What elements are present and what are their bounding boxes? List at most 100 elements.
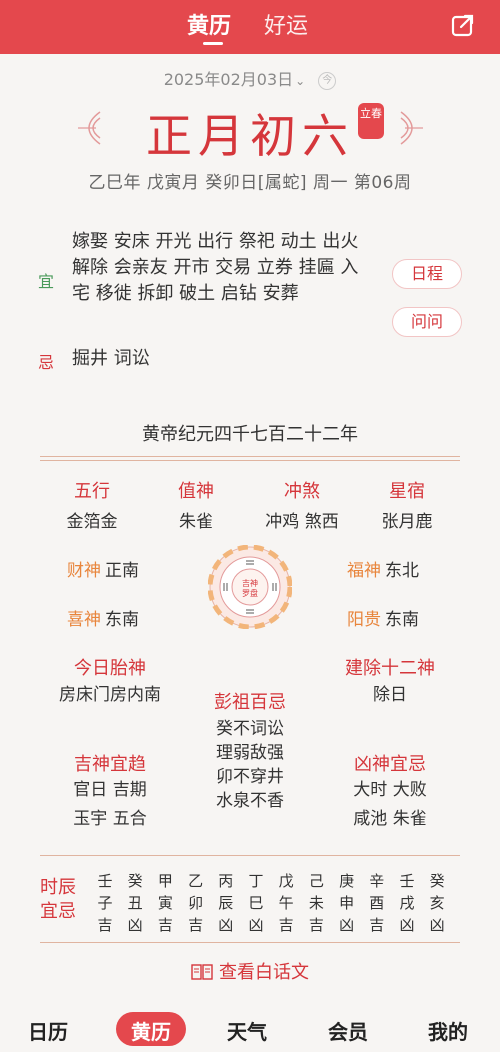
tab-huangli[interactable]: 黄历 — [187, 8, 231, 40]
hour-verdict: 凶 — [429, 916, 445, 934]
xishen-value: 东南 — [105, 610, 139, 630]
nav-member[interactable]: 会员 — [328, 1016, 368, 1045]
ji-label: 忌 — [38, 353, 55, 372]
hour-verdict: 凶 — [248, 916, 264, 934]
yi-ji-panel: 宜 嫁娶 安床 开光 出行 祭祀 动土 出火 解除 会亲友 开市 交易 立券 挂… — [28, 212, 473, 382]
nav-weather[interactable]: 天气 — [227, 1016, 267, 1045]
hour-verdict: 吉 — [157, 916, 173, 934]
hour-verdict: 吉 — [369, 916, 385, 934]
fushen-row: 福神 东北 — [347, 556, 419, 581]
hour-column: 壬戌凶 — [394, 870, 420, 936]
view-vernacular-link[interactable]: 查看白话文 — [0, 958, 500, 984]
pengzu-title: 彭祖百忌 — [214, 692, 286, 713]
taishen-value: 房床门房内南 — [59, 685, 161, 705]
hour-branch: 亥 — [429, 894, 445, 912]
wuxing-value: 金箔金 — [66, 512, 118, 532]
schedule-button[interactable]: 日程 — [392, 259, 462, 289]
view-vernacular-label[interactable]: 查看白话文 — [219, 962, 309, 983]
hour-branch: 寅 — [157, 894, 173, 912]
nav-huangli[interactable]: 黄历 — [131, 1016, 171, 1045]
nav-mine[interactable]: 我的 — [428, 1016, 468, 1045]
pengzu-line: 癸不词讼 — [216, 719, 284, 739]
fushen-value: 东北 — [385, 561, 419, 581]
hour-column: 甲寅吉 — [152, 870, 178, 936]
fushen-label: 福神 — [347, 561, 381, 581]
ask-button[interactable]: 问问 — [392, 307, 462, 337]
book-icon — [191, 964, 213, 980]
yanggui-row: 阳贵 东南 — [347, 605, 419, 630]
xingxiu-value: 张月鹿 — [381, 512, 433, 532]
chevron-down-icon[interactable]: ⌄ — [295, 74, 305, 88]
zhishen-title: 值神 — [178, 481, 214, 502]
date-text[interactable]: 2025年02月03日 — [164, 70, 293, 89]
compass-center-text-top: 吉神 — [242, 578, 258, 588]
hour-column: 戊午吉 — [273, 870, 299, 936]
hour-stem: 壬 — [97, 872, 113, 890]
pengzu-line: 理弱敌强 — [216, 743, 284, 763]
share-icon[interactable] — [450, 13, 476, 39]
hour-stem: 戊 — [278, 872, 294, 890]
hour-verdict: 凶 — [127, 916, 143, 934]
taishen-title: 今日胎神 — [74, 658, 146, 679]
hour-branch: 辰 — [218, 894, 234, 912]
hour-branch: 未 — [308, 894, 324, 912]
hour-branch: 巳 — [248, 894, 264, 912]
divider — [40, 942, 460, 943]
zhishen-value: 朱雀 — [179, 512, 213, 532]
hour-stem: 丁 — [248, 872, 264, 890]
xingxiu-title: 星宿 — [389, 481, 425, 502]
almanac-card — [0, 54, 500, 1010]
hour-branch: 卯 — [188, 894, 204, 912]
hour-stem: 乙 — [188, 872, 204, 890]
jianchu-title: 建除十二神 — [345, 658, 435, 679]
hour-stem: 丙 — [218, 872, 234, 890]
today-badge[interactable]: 今 — [318, 71, 337, 90]
hour-column: 己未吉 — [303, 870, 329, 936]
hour-verdict: 吉 — [188, 916, 204, 934]
hour-stem: 癸 — [429, 872, 445, 890]
caishen-row: 财神 正南 — [67, 556, 139, 581]
caishen-label: 财神 — [67, 561, 101, 581]
pengzu-lines: 癸不词讼 理弱敌强 卯不穿井 水泉不香 — [190, 717, 310, 813]
active-tab-indicator — [203, 42, 223, 45]
hour-column: 癸亥凶 — [424, 870, 450, 936]
xiongshen-line: 咸池 朱雀 — [353, 809, 427, 829]
compass-icon[interactable]: 吉神 罗盘 — [208, 545, 292, 629]
hour-stem: 己 — [308, 872, 324, 890]
hour-verdict: 凶 — [399, 916, 415, 934]
divider — [40, 855, 460, 856]
decorative-leaf-icon — [400, 111, 423, 145]
divider — [40, 456, 460, 457]
hour-verdict: 吉 — [97, 916, 113, 934]
chongsha-value: 冲鸡 煞西 — [265, 512, 339, 532]
nav-calendar[interactable]: 日历 — [28, 1016, 68, 1045]
caishen-value: 正南 — [105, 561, 139, 581]
hour-stem: 癸 — [127, 872, 143, 890]
ji-activities: 掘井 词讼 — [72, 348, 150, 369]
hour-branch: 戌 — [399, 894, 415, 912]
hour-stem: 壬 — [399, 872, 415, 890]
yi-label: 宜 — [38, 272, 55, 291]
tab-haoyun[interactable]: 好运 — [264, 8, 308, 40]
yanggui-label: 阳贵 — [347, 610, 381, 630]
hour-branch: 丑 — [127, 894, 143, 912]
xiongshen-lines: 大时 大败 咸池 朱雀 — [330, 776, 450, 834]
hour-stem: 辛 — [369, 872, 385, 890]
xishen-label: 喜神 — [67, 610, 101, 630]
jianchu-value: 除日 — [373, 685, 407, 705]
hour-branch: 午 — [278, 894, 294, 912]
jishen-line: 玉宇 五合 — [73, 809, 147, 829]
hour-column: 丙辰凶 — [213, 870, 239, 936]
huangdi-era: 黄帝纪元四千七百二十二年 — [142, 424, 358, 445]
hour-stem: 甲 — [157, 872, 173, 890]
wuxing-title: 五行 — [74, 481, 110, 502]
xishen-row: 喜神 东南 — [67, 605, 139, 630]
jishen-lines: 官日 吉期 玉宇 五合 — [50, 776, 170, 834]
hour-branch: 申 — [339, 894, 355, 912]
hour-column: 丁巳凶 — [243, 870, 269, 936]
solar-term-badge: 立春 — [358, 103, 384, 139]
hour-column: 庚申凶 — [334, 870, 360, 936]
ganzhi-line: 乙巳年 戊寅月 癸卯日[属蛇] 周一 第06周 — [88, 173, 412, 193]
date-selector[interactable]: 2025年02月03日 ⌄ 今 — [0, 66, 500, 90]
yi-activities: 嫁娶 安床 开光 出行 祭祀 动土 出火 解除 会亲友 开市 交易 立券 挂匾 … — [72, 231, 359, 304]
